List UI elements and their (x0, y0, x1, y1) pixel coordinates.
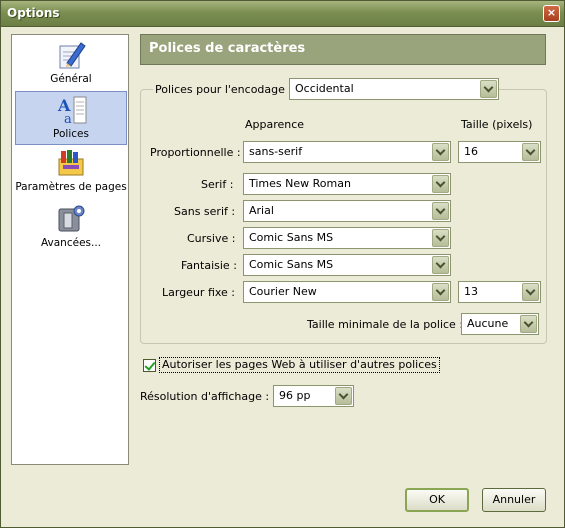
chevron-down-icon[interactable] (432, 143, 449, 161)
sans-serif-font-select[interactable]: Arial (243, 200, 451, 222)
sidebar-item-advanced[interactable]: Avancées... (15, 201, 127, 255)
sidebar-item-label: Avancées... (40, 237, 102, 249)
fantasy-font-value: Comic Sans MS (249, 258, 334, 271)
serif-font-value: Times New Roman (249, 177, 351, 190)
svg-text:a: a (64, 112, 72, 126)
pencil-paper-icon (59, 42, 86, 69)
min-size-label: Taille minimale de la police : (307, 318, 464, 331)
fonts-icon: A a (57, 96, 87, 126)
sidebar-item-label: Paramètres de pages (15, 181, 127, 193)
cursive-label: Cursive : (187, 232, 236, 245)
fantasy-font-select[interactable]: Comic Sans MS (243, 254, 451, 276)
allow-pages-checkbox[interactable] (143, 359, 156, 372)
sidebar-item-fonts[interactable]: A a Polices (15, 91, 127, 145)
chevron-down-icon[interactable] (432, 229, 449, 247)
sidebar-item-page-settings[interactable]: Paramètres de pages (15, 145, 127, 199)
monospace-font-select[interactable]: Courier New (243, 281, 451, 303)
proportional-font-value: sans-serif (249, 145, 303, 158)
serif-font-select[interactable]: Times New Roman (243, 173, 451, 195)
window-title: Options (7, 6, 60, 20)
encoding-value: Occidental (295, 82, 354, 95)
sidebar-item-label: Polices (53, 128, 89, 140)
proportional-size-value: 16 (464, 145, 478, 158)
resolution-select[interactable]: 96 pp (273, 385, 354, 407)
page-colors-icon (58, 150, 84, 176)
monospace-size-select[interactable]: 13 (458, 281, 541, 303)
page-title: Polices de caractères (149, 41, 306, 56)
monospace-font-value: Courier New (249, 285, 317, 298)
chevron-down-icon[interactable] (432, 175, 449, 193)
min-size-select[interactable]: Aucune (461, 313, 539, 335)
chevron-down-icon[interactable] (335, 387, 352, 405)
chevron-down-icon[interactable] (432, 202, 449, 220)
section-header: Polices de caractères (140, 34, 546, 65)
appearance-column-header: Apparence (245, 118, 305, 131)
sans-serif-label: Sans serif : (174, 205, 236, 218)
category-sidebar: Général A a Polices Paramètres de pages … (11, 34, 129, 465)
monospace-label: Largeur fixe : (162, 286, 236, 299)
cursive-font-value: Comic Sans MS (249, 231, 334, 244)
chevron-down-icon[interactable] (522, 143, 539, 161)
chevron-down-icon[interactable] (520, 315, 537, 333)
title-bar[interactable]: Options × (1, 1, 564, 27)
encoding-label: Polices pour l'encodage : (153, 83, 295, 96)
proportional-font-select[interactable]: sans-serif (243, 141, 451, 163)
sidebar-item-label: Général (50, 73, 92, 85)
proportional-size-select[interactable]: 16 (458, 141, 541, 163)
chevron-down-icon[interactable] (432, 283, 449, 301)
proportional-label: Proportionnelle : (150, 146, 241, 159)
encoding-select[interactable]: Occidental (289, 78, 499, 100)
allow-pages-label: Autoriser les pages Web à utiliser d'aut… (162, 358, 437, 371)
chevron-down-icon[interactable] (432, 256, 449, 274)
options-window: Options × Général A a Polices Paramètres… (0, 0, 565, 528)
resolution-value: 96 pp (279, 389, 311, 402)
close-icon[interactable]: × (543, 5, 560, 22)
chevron-down-icon[interactable] (522, 283, 539, 301)
advanced-tools-icon (58, 205, 85, 232)
sans-serif-font-value: Arial (249, 204, 274, 217)
resolution-label: Résolution d'affichage : (140, 390, 270, 403)
min-size-value: Aucune (467, 317, 509, 330)
ok-button[interactable]: OK (405, 488, 469, 512)
size-column-header: Taille (pixels) (461, 118, 533, 131)
sidebar-item-general[interactable]: Général (15, 37, 127, 91)
monospace-size-value: 13 (464, 285, 478, 298)
serif-label: Serif : (201, 178, 234, 191)
fantasy-label: Fantaisie : (181, 259, 237, 272)
allow-pages-label-box[interactable]: Autoriser les pages Web à utiliser d'aut… (159, 357, 440, 373)
cancel-button[interactable]: Annuler (482, 488, 546, 512)
chevron-down-icon[interactable] (480, 80, 497, 98)
cursive-font-select[interactable]: Comic Sans MS (243, 227, 451, 249)
